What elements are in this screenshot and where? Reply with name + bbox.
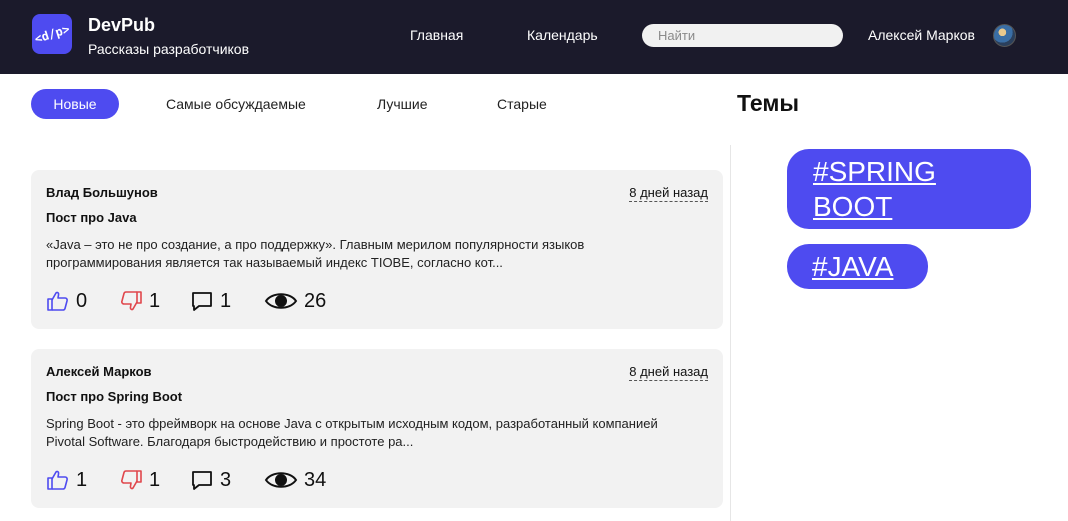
post-excerpt: Spring Boot - это фреймворк на основе Ja… [46,416,658,449]
like-count: 0 [76,289,88,312]
dislike-count: 1 [149,289,161,312]
post-date: 8 дней назад [629,364,708,381]
post-date: 8 дней назад [629,185,708,202]
post-title[interactable]: Пост про Java [46,210,137,225]
column-divider [730,145,731,521]
logo-icon[interactable]: <d/p> [32,14,72,54]
like-button[interactable]: 0 [46,288,87,314]
comment-icon [192,471,212,490]
eye-icon [264,472,298,488]
tab-best[interactable]: Лучшие [377,89,427,119]
avatar[interactable] [993,24,1016,47]
view-count: 34 [304,468,327,491]
search-input[interactable] [642,24,843,47]
brand-subtitle: Рассказы разработчиков [88,41,250,57]
like-button[interactable]: 1 [46,467,87,493]
comments-button[interactable]: 3 [190,467,231,493]
thumbs-down-icon [121,291,142,311]
view-count: 26 [304,289,327,312]
nav-link-calendar[interactable]: Календарь [527,27,598,43]
tag-spring-boot[interactable]: #SPRING BOOT [787,149,1031,229]
eye-icon [264,293,298,309]
nav-link-home[interactable]: Главная [410,27,463,43]
post-card[interactable]: Влад Большунов 8 дней назад Пост про Jav… [31,170,723,329]
tab-new[interactable]: Новые [31,89,119,119]
top-header: <d/p> DevPub Рассказы разработчиков Глав… [0,0,1068,74]
post-author[interactable]: Влад Большунов [46,185,158,200]
logo-text: <d/p> [32,21,72,47]
thumbs-up-icon [47,291,68,311]
post-card[interactable]: Алексей Марков 8 дней назад Пост про Spr… [31,349,723,508]
comment-count: 1 [220,289,232,312]
tab-most-discussed[interactable]: Самые обсуждаемые [166,89,306,119]
dislike-button[interactable]: 1 [119,467,160,493]
comment-count: 3 [220,468,232,491]
comment-icon [192,292,212,311]
topics-heading: Темы [737,90,800,116]
thumbs-up-icon [47,470,68,490]
views-stat: 26 [264,288,326,314]
post-author[interactable]: Алексей Марков [46,364,152,379]
post-excerpt: «Java – это не про создание, а про подде… [46,237,585,270]
like-count: 1 [76,468,88,491]
comments-button[interactable]: 1 [190,288,231,314]
tab-old[interactable]: Старые [497,89,547,119]
views-stat: 34 [264,467,326,493]
dislike-button[interactable]: 1 [119,288,160,314]
tag-java[interactable]: #JAVA [787,244,928,289]
thumbs-down-icon [121,470,142,490]
dislike-count: 1 [149,468,161,491]
user-name[interactable]: Алексей Марков [868,27,975,43]
brand-title[interactable]: DevPub [88,15,155,36]
post-title[interactable]: Пост про Spring Boot [46,389,182,404]
